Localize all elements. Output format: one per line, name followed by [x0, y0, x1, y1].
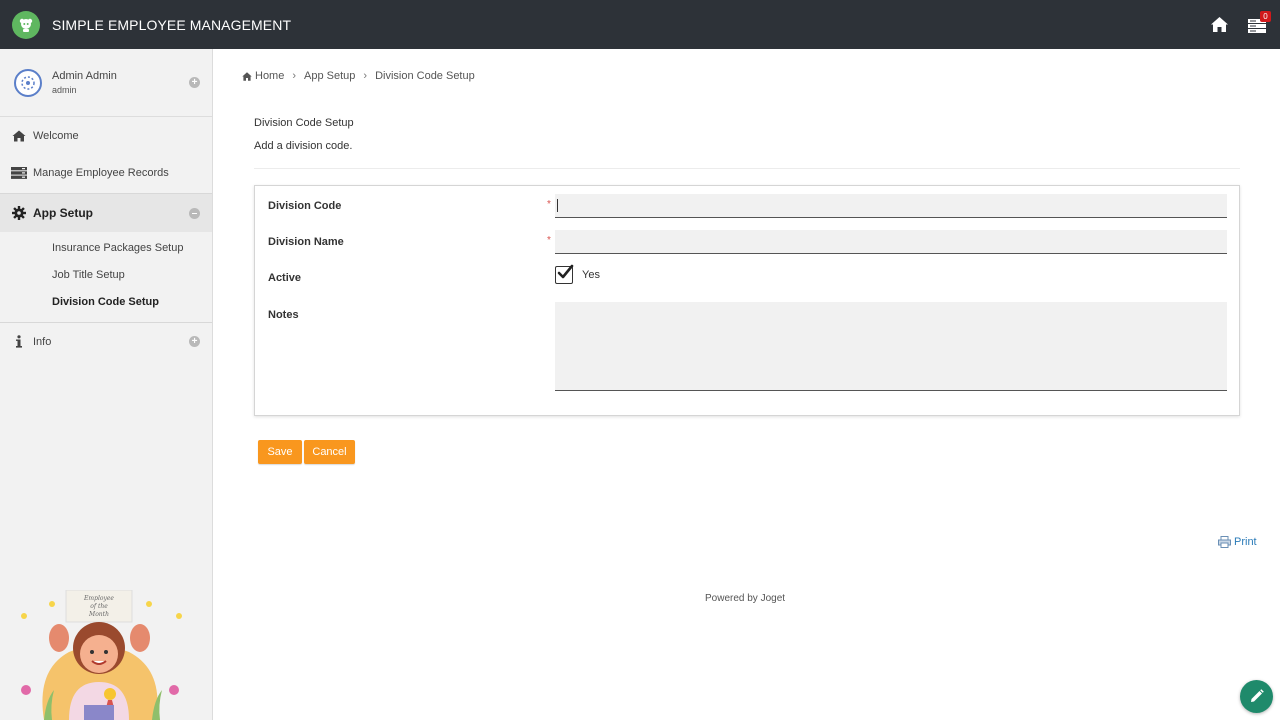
sidebar-item-welcome[interactable]: Welcome	[0, 117, 212, 154]
required-marker: *	[547, 199, 551, 210]
powered-by: Powered by Joget	[705, 593, 786, 604]
sidebar-item-label: Welcome	[33, 129, 79, 142]
breadcrumb-separator: ›	[292, 70, 297, 82]
sidebar-item-label: Info	[33, 335, 52, 348]
required-marker: *	[547, 235, 551, 246]
inbox-count-badge: 0	[1260, 10, 1271, 22]
server-icon	[11, 166, 27, 179]
app-title[interactable]: SIMPLE EMPLOYEE MANAGEMENT	[52, 17, 291, 33]
svg-text:Month: Month	[88, 611, 109, 618]
pencil-icon	[1251, 689, 1264, 702]
print-icon	[1218, 536, 1231, 548]
profile-username: admin	[52, 85, 77, 95]
home-icon	[11, 130, 27, 142]
cancel-button[interactable]: Cancel	[304, 440, 355, 464]
save-button[interactable]: Save	[258, 440, 302, 464]
text-cursor	[557, 199, 558, 212]
breadcrumb-current: Division Code Setup	[375, 70, 475, 82]
svg-text:of the: of the	[90, 603, 108, 610]
divider	[254, 168, 1240, 169]
division-code-field[interactable]	[555, 194, 1227, 218]
edit-fab-button[interactable]	[1240, 680, 1273, 713]
print-label: Print	[1234, 536, 1257, 548]
sidebar-item-info[interactable]: Info +	[0, 323, 212, 360]
employee-of-the-month-illustration: Employee of the Month	[21, 590, 182, 720]
home-icon	[1210, 17, 1228, 32]
inbox-button[interactable]: 0	[1242, 10, 1272, 40]
sub-menu: Insurance Packages Setup Job Title Setup…	[0, 232, 212, 322]
page-description: Add a division code.	[254, 140, 353, 152]
home-icon	[242, 71, 252, 81]
print-link[interactable]: Print	[1218, 536, 1257, 548]
user-profile: Admin Admin admin +	[0, 49, 212, 117]
breadcrumb-home[interactable]: Home	[255, 70, 284, 82]
division-code-form: Division Code * Division Name * Active Y…	[254, 185, 1240, 416]
expand-icon[interactable]: +	[189, 336, 200, 347]
sidebar-item-division-code-setup[interactable]: Division Code Setup	[0, 289, 212, 316]
sidebar-item-app-setup[interactable]: App Setup	[0, 194, 212, 232]
active-label: Active	[268, 272, 302, 284]
breadcrumb-separator: ›	[363, 70, 368, 82]
sidebar-section-app-setup: App Setup Insurance Packages Setup Job T…	[0, 193, 212, 323]
illustration-caption: Employee	[83, 595, 114, 602]
notes-textarea[interactable]	[555, 302, 1227, 391]
top-bar: SIMPLE EMPLOYEE MANAGEMENT 0	[0, 0, 1280, 49]
sidebar-item-job-title-setup[interactable]: Job Title Setup	[0, 262, 212, 289]
division-name-label: Division Name	[268, 236, 344, 248]
active-checkbox[interactable]	[555, 264, 574, 284]
sidebar: Admin Admin admin + Welcome Manage Emplo…	[0, 49, 213, 720]
gear-icon	[11, 206, 27, 220]
check-icon	[557, 264, 574, 279]
division-name-field[interactable]	[555, 230, 1227, 254]
top-icons: 0	[1204, 0, 1280, 49]
collapse-icon[interactable]	[189, 207, 200, 219]
home-button[interactable]	[1204, 10, 1234, 40]
page-title: Division Code Setup	[254, 117, 354, 129]
breadcrumb-app-setup[interactable]: App Setup	[304, 70, 355, 82]
division-code-label: Division Code	[268, 200, 342, 212]
notes-label: Notes	[268, 309, 299, 321]
sidebar-section-label: App Setup	[33, 206, 93, 220]
profile-expand-icon[interactable]: +	[189, 77, 200, 88]
profile-name: Admin Admin	[52, 70, 117, 82]
app-logo-icon[interactable]	[12, 10, 40, 39]
avatar[interactable]	[14, 68, 42, 97]
sidebar-item-manage-employee-records[interactable]: Manage Employee Records	[0, 154, 212, 191]
active-option-label: Yes	[582, 269, 600, 281]
breadcrumb: Home › App Setup › Division Code Setup	[242, 70, 475, 82]
sidebar-item-label: Manage Employee Records	[33, 166, 169, 179]
info-icon	[11, 335, 27, 348]
sidebar-item-insurance-packages-setup[interactable]: Insurance Packages Setup	[0, 235, 212, 262]
